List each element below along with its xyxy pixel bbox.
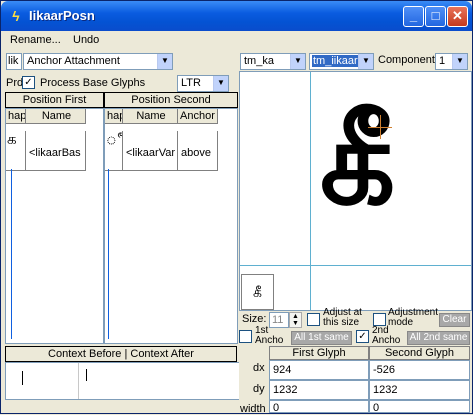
lookup-field[interactable]: lik	[6, 53, 22, 70]
chevron-down-icon[interactable]: ▼	[290, 54, 305, 69]
dx-label: dx	[253, 362, 265, 374]
anchor-mark	[380, 115, 381, 139]
component-select-value: 1	[439, 55, 446, 67]
first-anchor-checkbox[interactable]	[239, 330, 252, 343]
second-row-anchor[interactable]: above	[178, 131, 218, 171]
prd-label: Prd	[6, 77, 24, 89]
chevron-down-icon[interactable]: ▼	[213, 76, 228, 91]
width-first-field[interactable]: 0	[269, 400, 369, 413]
first-glyph-header: First Glyph	[269, 346, 369, 360]
dx-second-field[interactable]: -526	[369, 360, 470, 380]
title-bar[interactable]: ϟ IikaarPosn _ □ ✕	[1, 1, 472, 31]
glyph-preview[interactable]: கீ கீ	[239, 71, 472, 311]
dy-label: dy	[253, 383, 265, 395]
dy-first-field[interactable]: 1232	[269, 380, 369, 400]
second-col-name[interactable]: Name	[123, 109, 178, 124]
process-base-label: Process Base Glyphs	[40, 77, 146, 89]
dx-first-field[interactable]: 924	[269, 360, 369, 380]
adjust-mode-label: Adjustment mode	[388, 307, 439, 328]
menu-rename[interactable]: Rename...	[10, 34, 61, 46]
preview-glyph: கீ	[320, 97, 396, 229]
direction-select-value: LTR	[181, 77, 201, 89]
process-base-checkbox[interactable]: ✓	[22, 76, 35, 89]
text-cursor	[86, 369, 87, 381]
all-first-same-button[interactable]: All 1st same	[291, 331, 352, 345]
component-label: Component:	[378, 54, 438, 66]
first-glyph-select-value: tm_ka	[244, 55, 274, 67]
dy-second-field[interactable]: 1232	[369, 380, 470, 400]
first-row-glyph[interactable]: க	[6, 131, 26, 171]
second-anchor-label: 2nd Ancho	[372, 325, 401, 346]
first-col-hap[interactable]: hap	[6, 109, 26, 124]
first-col-name[interactable]: Name	[26, 109, 86, 124]
component-select[interactable]: 1 ▼	[435, 53, 468, 70]
second-col-anchor[interactable]: Anchor	[178, 109, 218, 124]
thumbnail-glyph: கீ	[241, 274, 274, 310]
all-second-same-button[interactable]: All 2nd same	[407, 331, 470, 345]
first-glyph-list[interactable]: hap Name க <likaarBas	[5, 108, 104, 344]
app-window: ϟ IikaarPosn _ □ ✕ Rename... Undo lik An…	[0, 0, 473, 415]
list-connector	[108, 169, 109, 339]
menu-undo[interactable]: Undo	[73, 34, 99, 46]
direction-select[interactable]: LTR ▼	[177, 75, 229, 92]
second-anchor-checkbox[interactable]: ✓	[356, 330, 369, 343]
context-field[interactable]	[5, 362, 247, 400]
mode-select-value: Anchor Attachment	[27, 55, 120, 67]
text-cursor	[22, 371, 23, 385]
size-spinner[interactable]: ▲ ▼	[289, 312, 302, 328]
minimize-button[interactable]: _	[403, 6, 424, 27]
position-first-header: Position First	[5, 92, 104, 108]
second-glyph-select-value: tm_iikaar	[312, 55, 359, 67]
chevron-down-icon[interactable]: ▼	[452, 54, 467, 69]
second-glyph-list[interactable]: hap Name Anchor ீ <likaarVar above	[104, 108, 238, 344]
adjust-size-label: Adjust at this size	[323, 307, 362, 328]
context-divider	[78, 363, 79, 399]
lightning-icon: ϟ	[12, 8, 20, 24]
context-header: Context Before | Context After	[5, 346, 237, 362]
position-second-header: Position Second	[104, 92, 238, 108]
first-glyph-select[interactable]: tm_ka ▼	[240, 53, 306, 70]
first-anchor-label: 1st Ancho	[255, 325, 284, 346]
chevron-down-icon[interactable]: ▼	[157, 54, 172, 69]
menu-bar: Rename... Undo	[2, 32, 472, 49]
guide-line-baseline	[240, 265, 471, 266]
list-connector	[11, 169, 12, 339]
width-second-field[interactable]: 0	[369, 400, 470, 413]
second-col-hap[interactable]: hap	[105, 109, 123, 124]
offset-table: First Glyph Second Glyph dx 924 -526 dy …	[239, 346, 472, 415]
first-row-name[interactable]: <likaarBas	[26, 131, 86, 171]
adjust-size-checkbox[interactable]	[307, 313, 320, 326]
mode-select[interactable]: Anchor Attachment ▼	[23, 53, 173, 70]
guide-line-vertical	[310, 72, 311, 310]
chevron-down-icon[interactable]: ▼	[358, 54, 373, 69]
second-row-glyph[interactable]: ீ	[105, 131, 123, 171]
width-label: width	[240, 403, 266, 415]
size-label: Size:	[242, 313, 267, 325]
second-glyph-select[interactable]: tm_iikaar ▼	[309, 53, 374, 70]
second-row-name[interactable]: <likaarVar	[123, 131, 178, 171]
clear-button[interactable]: Clear	[439, 313, 470, 327]
close-button[interactable]: ✕	[447, 6, 468, 27]
second-glyph-header: Second Glyph	[369, 346, 470, 360]
window-title: IikaarPosn	[29, 8, 95, 23]
maximize-button[interactable]: □	[425, 6, 446, 27]
